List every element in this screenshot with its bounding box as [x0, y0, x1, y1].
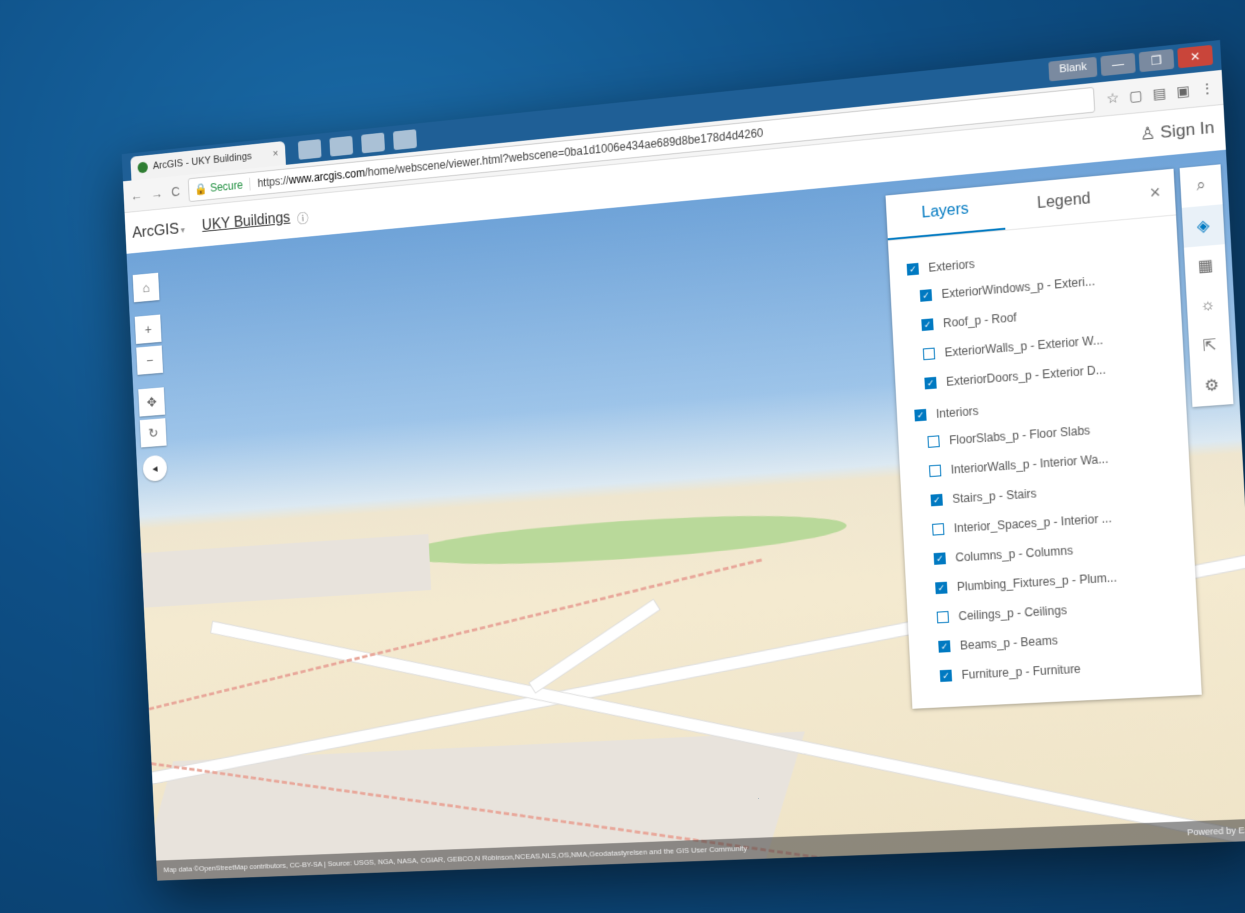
user-icon: ♙: [1139, 123, 1157, 144]
layer-label: Roof_p - Roof: [942, 310, 1018, 331]
layer-label: Furniture_p - Furniture: [961, 661, 1082, 682]
bookmark-star-icon[interactable]: ☆: [1106, 89, 1120, 107]
checkbox[interactable]: ✓: [935, 581, 948, 595]
extension-icon[interactable]: ▣: [1176, 82, 1190, 100]
layer-group-label: Exteriors: [928, 257, 976, 275]
checkbox[interactable]: [922, 347, 936, 361]
brand-label: ArcGIS: [131, 219, 180, 242]
taskbar-icon[interactable]: [329, 135, 354, 157]
url-prefix: https://: [257, 173, 290, 190]
taskbar-icon[interactable]: [361, 132, 385, 154]
forward-icon[interactable]: →: [151, 186, 164, 202]
layer-group-label: Interiors: [935, 404, 979, 421]
tab-close-button[interactable]: ×: [273, 148, 279, 160]
checkbox[interactable]: ✓: [906, 262, 919, 276]
layer-label: InteriorWalls_p - Interior Wa...: [950, 451, 1109, 477]
checkbox[interactable]: ✓: [939, 669, 953, 682]
daylight-icon[interactable]: ☼: [1186, 284, 1229, 327]
layer-label: ExteriorWalls_p - Exterior W...: [944, 333, 1104, 360]
extension-icon[interactable]: ▢: [1129, 86, 1143, 104]
info-icon[interactable]: ⓘ: [297, 207, 309, 226]
panel-close-button[interactable]: ×: [1149, 182, 1161, 204]
layer-label: Columns_p - Columns: [955, 543, 1074, 565]
caret-down-icon: ▾: [180, 225, 186, 236]
checkbox[interactable]: ✓: [921, 318, 934, 332]
basemap-gallery-icon[interactable]: ▦: [1184, 244, 1227, 287]
zoom-in-button[interactable]: +: [134, 314, 162, 344]
checkbox[interactable]: [927, 435, 940, 448]
layer-label: Plumbing_Fixtures_p - Plum...: [956, 570, 1118, 594]
profile-button[interactable]: Blank: [1048, 56, 1098, 82]
reload-icon[interactable]: C: [171, 184, 180, 199]
globe-icon: [137, 161, 149, 174]
minimize-button[interactable]: —: [1100, 52, 1136, 77]
tab-title: ArcGIS - UKY Buildings: [152, 150, 253, 172]
settings-icon[interactable]: ⚙: [1190, 364, 1233, 407]
checkbox[interactable]: ✓: [914, 408, 927, 422]
home-icon[interactable]: ⌂: [132, 272, 160, 303]
layer-list-panel: Layers Legend × ✓ Exteriors ✓ ExteriorWin…: [885, 168, 1202, 709]
taskbar-icon[interactable]: [297, 139, 322, 160]
arcgis-menu[interactable]: ArcGIS▾: [132, 219, 185, 242]
scene-title[interactable]: UKY Buildings: [202, 210, 291, 235]
checkbox[interactable]: [936, 611, 950, 624]
checkbox[interactable]: [932, 523, 945, 536]
tab-legend[interactable]: Legend: [1003, 173, 1125, 229]
checkbox[interactable]: ✓: [930, 493, 943, 507]
compass-icon[interactable]: ◂: [142, 454, 168, 482]
zoom-out-button[interactable]: −: [136, 345, 164, 375]
layer-label: Stairs_p - Stairs: [951, 486, 1037, 506]
building-footprint: [141, 534, 432, 608]
share-icon[interactable]: ⇱: [1188, 324, 1231, 367]
layers-icon[interactable]: ◈: [1181, 204, 1225, 248]
checkbox[interactable]: ✓: [938, 640, 951, 653]
sign-in-button[interactable]: ♙ Sign In: [1140, 118, 1215, 145]
park-area: [401, 506, 848, 574]
back-icon[interactable]: ←: [130, 188, 143, 204]
powered-by[interactable]: Powered by Esri: [1187, 819, 1245, 844]
menu-icon[interactable]: ⋮: [1200, 79, 1215, 97]
layer-label: Beams_p - Beams: [959, 633, 1059, 653]
browser-window: ArcGIS - UKY Buildings × Blank — ❐ ✕ ← →…: [121, 40, 1245, 881]
checkbox[interactable]: ✓: [933, 552, 946, 565]
layer-label: Interior_Spaces_p - Interior ...: [953, 511, 1113, 536]
restore-button[interactable]: ❐: [1138, 48, 1175, 73]
extensions: ☆ ▢ ▤ ▣ ⋮: [1106, 79, 1215, 107]
secure-badge[interactable]: 🔒 Secure: [194, 177, 251, 197]
checkbox[interactable]: ✓: [919, 289, 933, 302]
checkbox[interactable]: ✓: [924, 376, 937, 390]
layer-label: ExteriorDoors_p - Exterior D...: [945, 362, 1107, 389]
extension-icon[interactable]: ▤: [1152, 84, 1166, 102]
url-domain: www.arcgis.com: [288, 166, 366, 187]
rotate-icon[interactable]: ↻: [139, 418, 167, 448]
checkbox[interactable]: [928, 464, 942, 478]
layer-label: Ceilings_p - Ceilings: [958, 603, 1068, 624]
close-window-button[interactable]: ✕: [1177, 44, 1214, 69]
search-icon[interactable]: ⌕: [1180, 164, 1223, 208]
pan-icon[interactable]: ✥: [138, 387, 166, 417]
tab-layers[interactable]: Layers: [885, 184, 1006, 241]
taskbar-icon[interactable]: [392, 129, 417, 151]
sign-in-label: Sign In: [1159, 117, 1215, 142]
secure-label: Secure: [209, 178, 244, 195]
layer-label: FloorSlabs_p - Floor Slabs: [948, 423, 1091, 448]
layer-list: ✓ Exteriors ✓ ExteriorWindows_p - Exteri.…: [888, 215, 1202, 705]
